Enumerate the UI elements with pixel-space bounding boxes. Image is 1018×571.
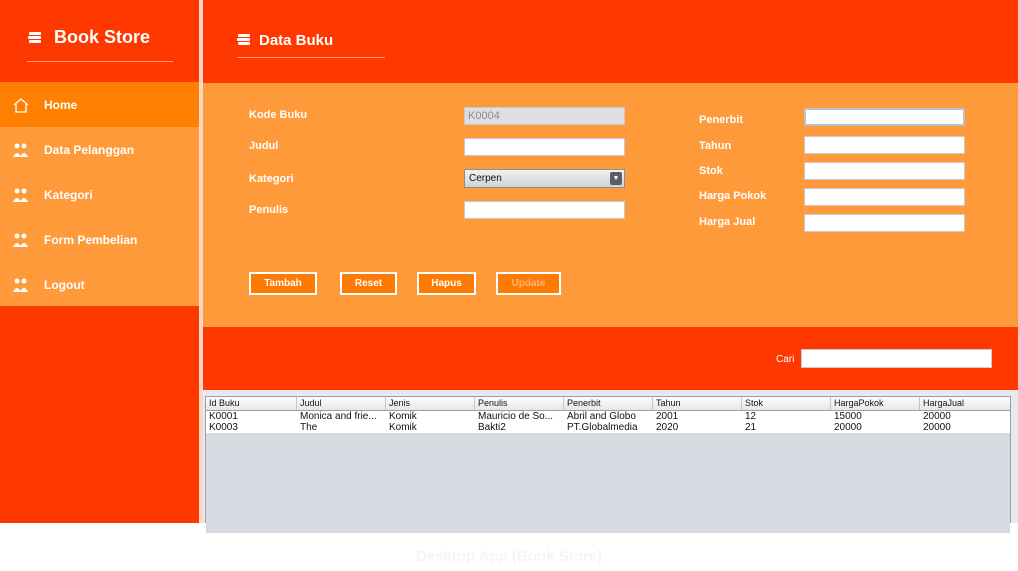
sidebar-item-kategori[interactable]: Kategori (0, 172, 199, 217)
column-header[interactable]: Id Buku (206, 397, 297, 410)
divider (237, 57, 385, 58)
divider (27, 61, 173, 62)
penerbit-field[interactable] (804, 108, 965, 126)
table-cell: The (300, 422, 318, 433)
update-button[interactable]: Update (496, 272, 561, 295)
home-icon (10, 96, 32, 114)
table-cell: Komik (389, 411, 417, 422)
table-cell: 2001 (656, 411, 679, 422)
page-title: Data Buku (259, 32, 334, 49)
brand-title: Book Store (54, 27, 151, 47)
harga-jual-field[interactable] (804, 214, 965, 232)
table-empty-area (206, 433, 1010, 533)
book-form: Kode Buku Judul Kategori Cerpen ▼ Penuli… (203, 83, 1018, 327)
column-header[interactable]: HargaJual (920, 397, 1010, 410)
app-window: Book Store Home Data Pelanggan Kategori … (0, 0, 1018, 533)
penerbit-label: Penerbit (699, 114, 744, 126)
table-cell: Abril and Globo (567, 411, 636, 422)
sidebar-item-label: Data Pelanggan (44, 142, 135, 157)
column-header[interactable]: Penulis (475, 397, 564, 410)
table-row[interactable]: K0003 The Komik Bakti2 PT.Globalmedia 20… (206, 422, 1010, 433)
table-cell: 15000 (834, 411, 862, 422)
harga-jual-label: Harga Jual (699, 216, 756, 228)
table-cell: 20000 (923, 411, 951, 422)
stok-field[interactable] (804, 162, 965, 180)
sidebar-item-logout[interactable]: Logout (0, 262, 199, 307)
table-cell: Bakti2 (478, 422, 506, 433)
column-header[interactable]: Judul (297, 397, 386, 410)
kode-buku-label: Kode Buku (249, 109, 308, 121)
tahun-label: Tahun (699, 140, 732, 152)
table-cell: PT.Globalmedia (567, 422, 638, 433)
sidebar-item-form-pembelian[interactable]: Form Pembelian (0, 217, 199, 262)
search-input[interactable] (801, 349, 992, 368)
judul-label: Judul (249, 140, 279, 152)
table-cell: 12 (745, 411, 757, 422)
search-bar: Cari (203, 327, 1018, 390)
kategori-label: Kategori (249, 173, 294, 185)
users-icon (10, 276, 32, 294)
books-icon (28, 27, 42, 48)
sidebar-item-label: Home (44, 97, 78, 112)
table-cell: 21 (745, 422, 757, 433)
hapus-button[interactable]: Hapus (417, 272, 476, 295)
table-area: Id Buku Judul Jenis Penulis Penerbit Tah… (203, 390, 1018, 533)
users-icon (10, 231, 32, 249)
sidebar-item-data-pelanggan[interactable]: Data Pelanggan (0, 127, 199, 172)
table-cell: 2020 (656, 422, 679, 433)
column-header[interactable]: HargaPokok (831, 397, 920, 410)
page-header: Data Buku (203, 0, 1018, 83)
books-table[interactable]: Id Buku Judul Jenis Penulis Penerbit Tah… (205, 396, 1011, 533)
table-cell: Mauricio de So... (478, 411, 554, 422)
search-label: Cari (776, 354, 795, 365)
table-cell: K0001 (209, 411, 238, 422)
harga-pokok-label: Harga Pokok (699, 190, 767, 202)
table-cell: 20000 (923, 422, 951, 433)
column-header[interactable]: Stok (742, 397, 831, 410)
judul-field[interactable] (464, 138, 625, 156)
stok-label: Stok (699, 165, 723, 177)
sidebar-menu: Home Data Pelanggan Kategori Form Pembel… (0, 82, 199, 306)
column-header[interactable]: Penerbit (564, 397, 653, 410)
table-cell: Monica and frie... (300, 411, 377, 422)
harga-pokok-field[interactable] (804, 188, 965, 206)
caption: Desktop App (Book Store) (415, 548, 603, 565)
books-icon (237, 32, 251, 49)
sidebar-item-home[interactable]: Home (0, 82, 199, 127)
sidebar-item-label: Kategori (44, 187, 93, 202)
table-header: Id Buku Judul Jenis Penulis Penerbit Tah… (206, 397, 1010, 411)
sidebar: Book Store Home Data Pelanggan Kategori … (0, 0, 199, 523)
brand: Book Store (0, 0, 199, 82)
penulis-field[interactable] (464, 201, 625, 219)
sidebar-item-label: Form Pembelian (44, 232, 138, 247)
penulis-label: Penulis (249, 204, 289, 216)
table-cell: 20000 (834, 422, 862, 433)
table-cell: K0003 (209, 422, 238, 433)
column-header[interactable]: Jenis (386, 397, 475, 410)
users-icon (10, 141, 32, 159)
kode-buku-field[interactable] (464, 107, 625, 125)
chevron-down-icon: ▼ (610, 172, 622, 185)
table-row[interactable]: K0001 Monica and frie... Komik Mauricio … (206, 411, 1010, 422)
tambah-button[interactable]: Tambah (249, 272, 317, 295)
table-cell: Komik (389, 422, 417, 433)
kategori-select[interactable]: Cerpen ▼ (464, 169, 625, 188)
sidebar-item-label: Logout (44, 277, 85, 292)
tahun-field[interactable] (804, 136, 965, 154)
reset-button[interactable]: Reset (340, 272, 397, 295)
users-icon (10, 186, 32, 204)
kategori-selected-value: Cerpen (469, 173, 502, 184)
column-header[interactable]: Tahun (653, 397, 742, 410)
